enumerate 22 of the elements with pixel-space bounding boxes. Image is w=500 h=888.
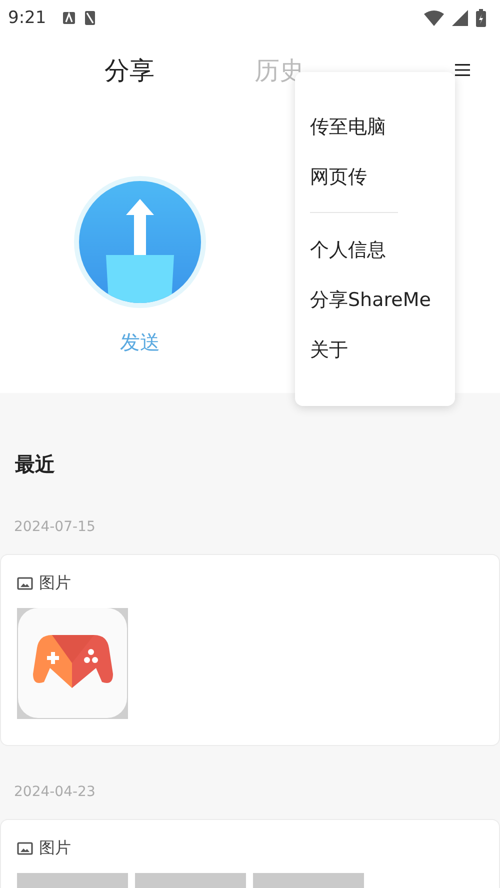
- battery-icon: [476, 8, 486, 26]
- sim-card-icon: [84, 10, 96, 26]
- history-card[interactable]: 图片: [0, 554, 500, 746]
- date-label: 2024-04-23: [13, 783, 96, 802]
- category-label: 图片: [39, 573, 71, 594]
- date-label: 2024-07-15: [13, 518, 96, 537]
- image-icon: [17, 842, 33, 855]
- menu-item[interactable]: 传至电脑: [310, 102, 386, 152]
- category-label: 图片: [39, 838, 71, 859]
- upload-icon[interactable]: [73, 175, 207, 309]
- menu-item[interactable]: 关于: [310, 325, 348, 375]
- image-icon: [17, 577, 33, 590]
- tab[interactable]: 分享: [88, 54, 171, 86]
- notification-icon: [62, 10, 76, 24]
- menu-item[interactable]: 分享ShareMe: [310, 275, 431, 325]
- status-time: 9:21: [8, 8, 46, 28]
- menu-item[interactable]: 网页传: [310, 152, 367, 202]
- wifi-icon: [424, 10, 444, 26]
- menu-item[interactable]: 个人信息: [310, 225, 386, 275]
- section-title: 最近: [14, 451, 56, 478]
- menu-icon[interactable]: [454, 61, 470, 79]
- signal-icon: [452, 10, 468, 26]
